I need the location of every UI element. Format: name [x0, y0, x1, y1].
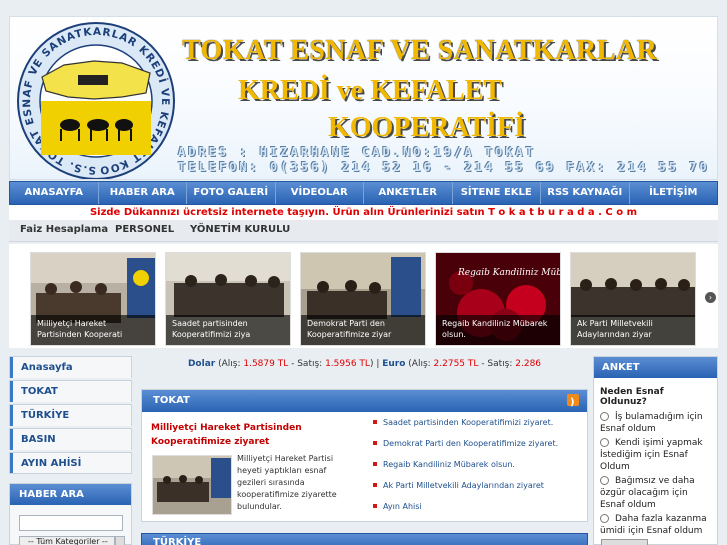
slide-1[interactable]: Milliyetçi Hareket Partisinden Kooperati	[30, 252, 156, 346]
news-photo-image	[153, 456, 231, 514]
category-select[interactable]: -- Tüm Kategoriler --	[19, 536, 115, 545]
news-summary: Milliyetçi Hareket Partisi heyeti yaptık…	[237, 454, 337, 511]
slide-caption: Regaib Kandiliniz Mübarek olsun.	[436, 315, 560, 345]
slide-caption: Milliyetçi Hareket Partisinden Kooperati	[31, 315, 155, 345]
poll-option[interactable]: İş bulamadığım için Esnaf oldum	[594, 411, 717, 435]
left-menu-turkiye[interactable]: TÜRKİYE	[9, 404, 132, 426]
dolar-satis: 1.5956 TL	[325, 359, 370, 369]
nav-anasayfa[interactable]: ANASAYFA	[10, 182, 99, 204]
radio-button[interactable]	[600, 476, 609, 485]
nav-haber-ara[interactable]: HABER ARA	[99, 182, 187, 204]
poll-option[interactable]: Daha fazla kazanma ümidi için Esnaf oldu…	[594, 513, 717, 537]
left-menu-ayin-ahisi[interactable]: AYIN AHİSİ	[9, 452, 132, 474]
main-nav: ANASAYFA HABER ARA FOTO GALERİ VİDEOLAR …	[9, 181, 718, 205]
panel-title-text: TÜRKİYE	[153, 537, 202, 545]
slide-5[interactable]: Ak Parti Milletvekili Adaylarından ziyar	[570, 252, 696, 346]
poll-title: ANKET	[594, 357, 717, 378]
panel-title: TOKAT	[142, 390, 587, 414]
dolar-label: Dolar	[187, 359, 216, 369]
header-phone: TELEFON: 0(356) 214 52 16 - 214 55 69 FA…	[178, 160, 710, 174]
radio-button[interactable]	[600, 438, 609, 447]
news-slider: Milliyetçi Hareket Partisinden Kooperati…	[9, 244, 718, 348]
search-input[interactable]	[19, 515, 123, 531]
site-header: S.S. TOKAT ESNAF VE SANATKARLAR KREDİ VE…	[9, 16, 718, 180]
header-address: ADRES : HIZARHANE CAD.NO:19/A TOKAT	[178, 145, 536, 159]
tokat-news-panel: TOKAT Milliyetçi Hareket Partisinden Koo…	[141, 389, 588, 522]
news-link[interactable]: Regaib Kandiliniz Mübarek olsun.	[371, 459, 583, 480]
news-link[interactable]: Ak Parti Milletvekili Adaylarından ziyar…	[371, 480, 583, 501]
nav-iletisim[interactable]: İLETİŞİM	[630, 182, 718, 204]
chevron-down-icon[interactable]	[115, 536, 125, 545]
satis-label: Satış	[297, 359, 320, 369]
poll-option-label: Bağımsız ve daha özgür olacağım için Esn…	[600, 476, 695, 510]
alis-label: Alış	[411, 359, 428, 369]
subnav-yonetim-kurulu[interactable]: YÖNETİM KURULU	[190, 224, 290, 235]
slide-2[interactable]: Saadet partisinden Kooperatifimizi ziya	[165, 252, 291, 346]
announcement-ticker[interactable]: Sizde Dükannızı ücretsiz internete taşıy…	[9, 205, 718, 220]
euro-alis: 2.2755 TL	[433, 359, 479, 369]
header-title-line1: TOKAT ESNAF VE SANATKARLAR	[182, 35, 658, 66]
nav-rss-kaynagi[interactable]: RSS KAYNAĞI	[541, 182, 630, 204]
poll-box: ANKET Neden Esnaf Oldunuz? İş bulamadığı…	[593, 356, 718, 545]
haber-ara-title: HABER ARA	[10, 484, 131, 505]
haber-ara-box: HABER ARA -- Tüm Kategoriler --	[9, 483, 132, 545]
news-link[interactable]: Demokrat Parti den Kooperatifimize ziyar…	[371, 438, 583, 459]
nav-videolar[interactable]: VİDEOLAR	[276, 182, 364, 204]
poll-option-label: Kendi işimi yapmak İstediğim için Esnaf …	[600, 438, 703, 472]
left-menu-tokat[interactable]: TOKAT	[9, 380, 132, 402]
news-link[interactable]: Ayın Ahisi	[371, 501, 583, 522]
nav-anketler[interactable]: ANKETLER	[364, 182, 453, 204]
panel-title-text: TOKAT	[153, 395, 190, 406]
turkiye-panel-header: TÜRKİYE	[141, 533, 588, 545]
slide-4[interactable]: Regaib Kandiliniz Mübarek Olsun... Regai…	[435, 252, 561, 346]
left-menu-basin-aciklamalari[interactable]: BASIN AÇIKLAMALARI	[9, 428, 132, 466]
header-title-line2: KREDİ ve KEFALET	[238, 75, 502, 106]
euro-label: Euro	[382, 359, 406, 369]
news-headline[interactable]: Milliyetçi Hareket Partisinden Kooperati…	[151, 421, 359, 449]
poll-option-label: Daha fazla kazanma ümidi için Esnaf oldu…	[600, 514, 707, 536]
dolar-alis: 1.5879 TL	[243, 359, 289, 369]
header-title-line3: KOOPERATİFİ	[328, 112, 526, 143]
slide-caption: Demokrat Parti den Kooperatifimize ziyar	[301, 315, 425, 345]
nav-foto-galeri[interactable]: FOTO GALERİ	[187, 182, 276, 204]
subnav-personel[interactable]: PERSONEL	[115, 224, 174, 235]
euro-satis: 2.286	[515, 359, 542, 369]
news-photo[interactable]	[152, 455, 232, 515]
slide-caption: Saadet partisinden Kooperatifimizi ziya	[166, 315, 290, 345]
nav-sitene-ekle[interactable]: SİTENE EKLE	[453, 182, 541, 204]
slide-3[interactable]: Demokrat Parti den Kooperatifimize ziyar	[300, 252, 426, 346]
poll-question: Neden Esnaf Oldunuz?	[600, 387, 664, 407]
cooperative-logo[interactable]: S.S. TOKAT ESNAF VE SANATKARLAR KREDİ VE…	[12, 17, 180, 180]
poll-option[interactable]: Kendi işimi yapmak İstediğim için Esnaf …	[594, 437, 717, 473]
poll-option[interactable]: Bağımsız ve daha özgür olacağım için Esn…	[594, 475, 717, 511]
currency-bar: Dolar (Alış: 1.5879 TL - Satış: 1.5956 T…	[187, 359, 542, 369]
rss-icon[interactable]	[567, 392, 579, 414]
chevron-right-icon[interactable]: ›	[705, 292, 716, 303]
left-menu-anasayfa[interactable]: Anasayfa	[9, 356, 132, 378]
poll-option-label: İş bulamadığım için Esnaf oldum	[600, 412, 703, 434]
slide-overlay-text: Regaib Kandiliniz Mübarek Olsun...	[457, 268, 561, 278]
news-link[interactable]: Saadet partisinden Kooperatifimizi ziyar…	[371, 417, 583, 438]
left-menu: Anasayfa TOKAT TÜRKİYE BASIN AÇIKLAMALAR…	[9, 356, 132, 474]
satis-label: Satış	[487, 359, 510, 369]
news-link-list: Saadet partisinden Kooperatifimizi ziyar…	[371, 417, 583, 522]
alis-label: Alış	[221, 359, 238, 369]
radio-button[interactable]	[600, 412, 609, 421]
vote-button[interactable]	[601, 539, 648, 545]
sub-nav: Faiz Hesaplama PERSONEL YÖNETİM KURULU	[9, 220, 718, 242]
radio-button[interactable]	[600, 514, 609, 523]
slide-caption: Ak Parti Milletvekili Adaylarından ziyar	[571, 315, 695, 345]
subnav-faiz-hesaplama[interactable]: Faiz Hesaplama	[20, 224, 108, 235]
